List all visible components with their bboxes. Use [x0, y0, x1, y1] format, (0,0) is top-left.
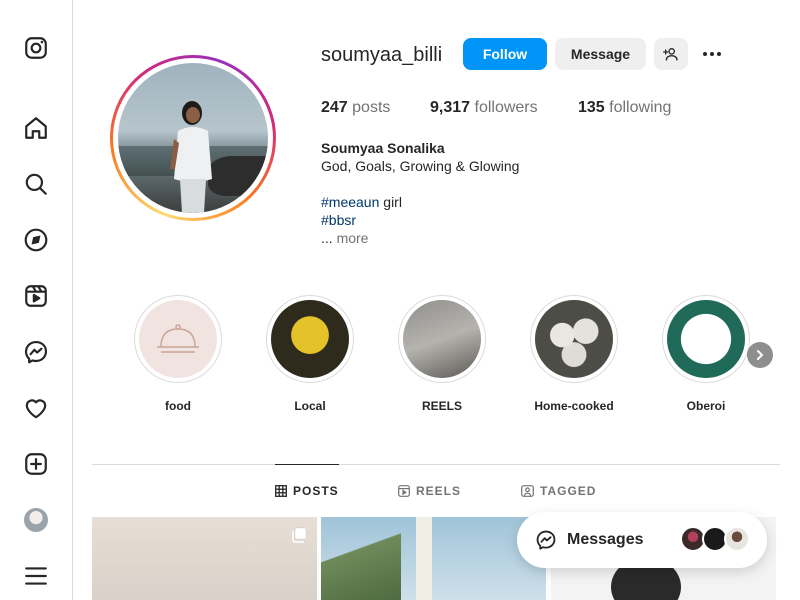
- post-thumbnail[interactable]: [92, 517, 317, 600]
- tab-label: POSTS: [293, 484, 339, 498]
- avatar: [724, 526, 750, 552]
- post-thumbnail[interactable]: [321, 517, 546, 600]
- cloche-icon: [157, 324, 199, 353]
- reels-icon: [398, 485, 410, 497]
- bio-line: God, Goals, Growing & Glowing: [321, 158, 520, 174]
- full-name: Soumyaa Sonalika: [321, 140, 445, 156]
- add-user-icon: [663, 48, 678, 61]
- highlight-label: Local: [294, 399, 326, 413]
- bio-ellipsis: ...: [321, 230, 337, 246]
- highlight-label: Oberoi: [686, 399, 726, 413]
- home-icon[interactable]: [22, 114, 50, 142]
- message-button[interactable]: Message: [555, 38, 646, 70]
- messenger-icon: [536, 530, 556, 550]
- profile-avatar-icon[interactable]: [22, 506, 50, 534]
- more-link[interactable]: more: [337, 230, 369, 246]
- hashtag-link[interactable]: #meeaun: [321, 194, 379, 210]
- bio: Soumyaa Sonalika God, Goals, Growing & G…: [321, 139, 621, 247]
- search-icon[interactable]: [22, 170, 50, 198]
- highlight-label: REELS: [421, 399, 462, 413]
- highlight-item[interactable]: Home-cooked: [530, 295, 618, 413]
- tabs-divider: [92, 464, 780, 465]
- highlight-item[interactable]: Oberoi: [662, 295, 750, 413]
- tab-label: TAGGED: [540, 484, 597, 498]
- highlight-label: Home-cooked: [534, 399, 614, 413]
- hamburger-menu-icon[interactable]: [22, 562, 50, 590]
- dot-icon: [717, 52, 721, 56]
- highlight-item[interactable]: food: [134, 295, 222, 413]
- username: soumyaa_billi: [321, 44, 443, 66]
- more-options-button[interactable]: [700, 42, 724, 66]
- highlight-item[interactable]: Local: [266, 295, 354, 413]
- suggest-user-button[interactable]: [654, 38, 688, 70]
- active-tab-indicator: [275, 464, 339, 465]
- followers-link[interactable]: 9,317 followers: [430, 99, 538, 117]
- explore-compass-icon[interactable]: [22, 226, 50, 254]
- heart-notifications-icon[interactable]: [22, 394, 50, 422]
- create-plus-icon[interactable]: [22, 450, 50, 478]
- grid-icon: [275, 485, 287, 497]
- tab-label: REELS: [416, 484, 462, 498]
- tab-reels[interactable]: REELS: [398, 484, 461, 498]
- reels-icon[interactable]: [22, 282, 50, 310]
- highlight-item[interactable]: REELS: [398, 295, 486, 413]
- messenger-icon[interactable]: [22, 338, 50, 366]
- hashtag-link[interactable]: #bbsr: [321, 212, 356, 228]
- carousel-icon: [292, 527, 307, 543]
- messages-bar[interactable]: Messages: [517, 512, 767, 568]
- bio-text: girl: [379, 194, 402, 210]
- messages-label: Messages: [567, 531, 644, 548]
- tab-tagged[interactable]: TAGGED: [521, 484, 596, 498]
- dot-icon: [710, 52, 714, 56]
- following-link[interactable]: 135 following: [578, 99, 671, 117]
- bio-line: [321, 175, 621, 193]
- dot-icon: [703, 52, 707, 56]
- highlight-label: food: [165, 399, 191, 413]
- highlights-next-button[interactable]: [747, 342, 773, 368]
- message-avatars: [680, 526, 752, 554]
- profile-photo: [118, 63, 268, 213]
- profile-avatar[interactable]: [110, 55, 276, 221]
- tagged-user-icon: [521, 485, 534, 497]
- posts-count: 247 posts: [321, 99, 391, 116]
- follow-button[interactable]: Follow: [463, 38, 547, 70]
- instagram-logo-icon[interactable]: [22, 34, 50, 62]
- tab-posts[interactable]: POSTS: [275, 484, 339, 498]
- chevron-right-icon: [757, 350, 764, 360]
- sidebar: [0, 0, 73, 600]
